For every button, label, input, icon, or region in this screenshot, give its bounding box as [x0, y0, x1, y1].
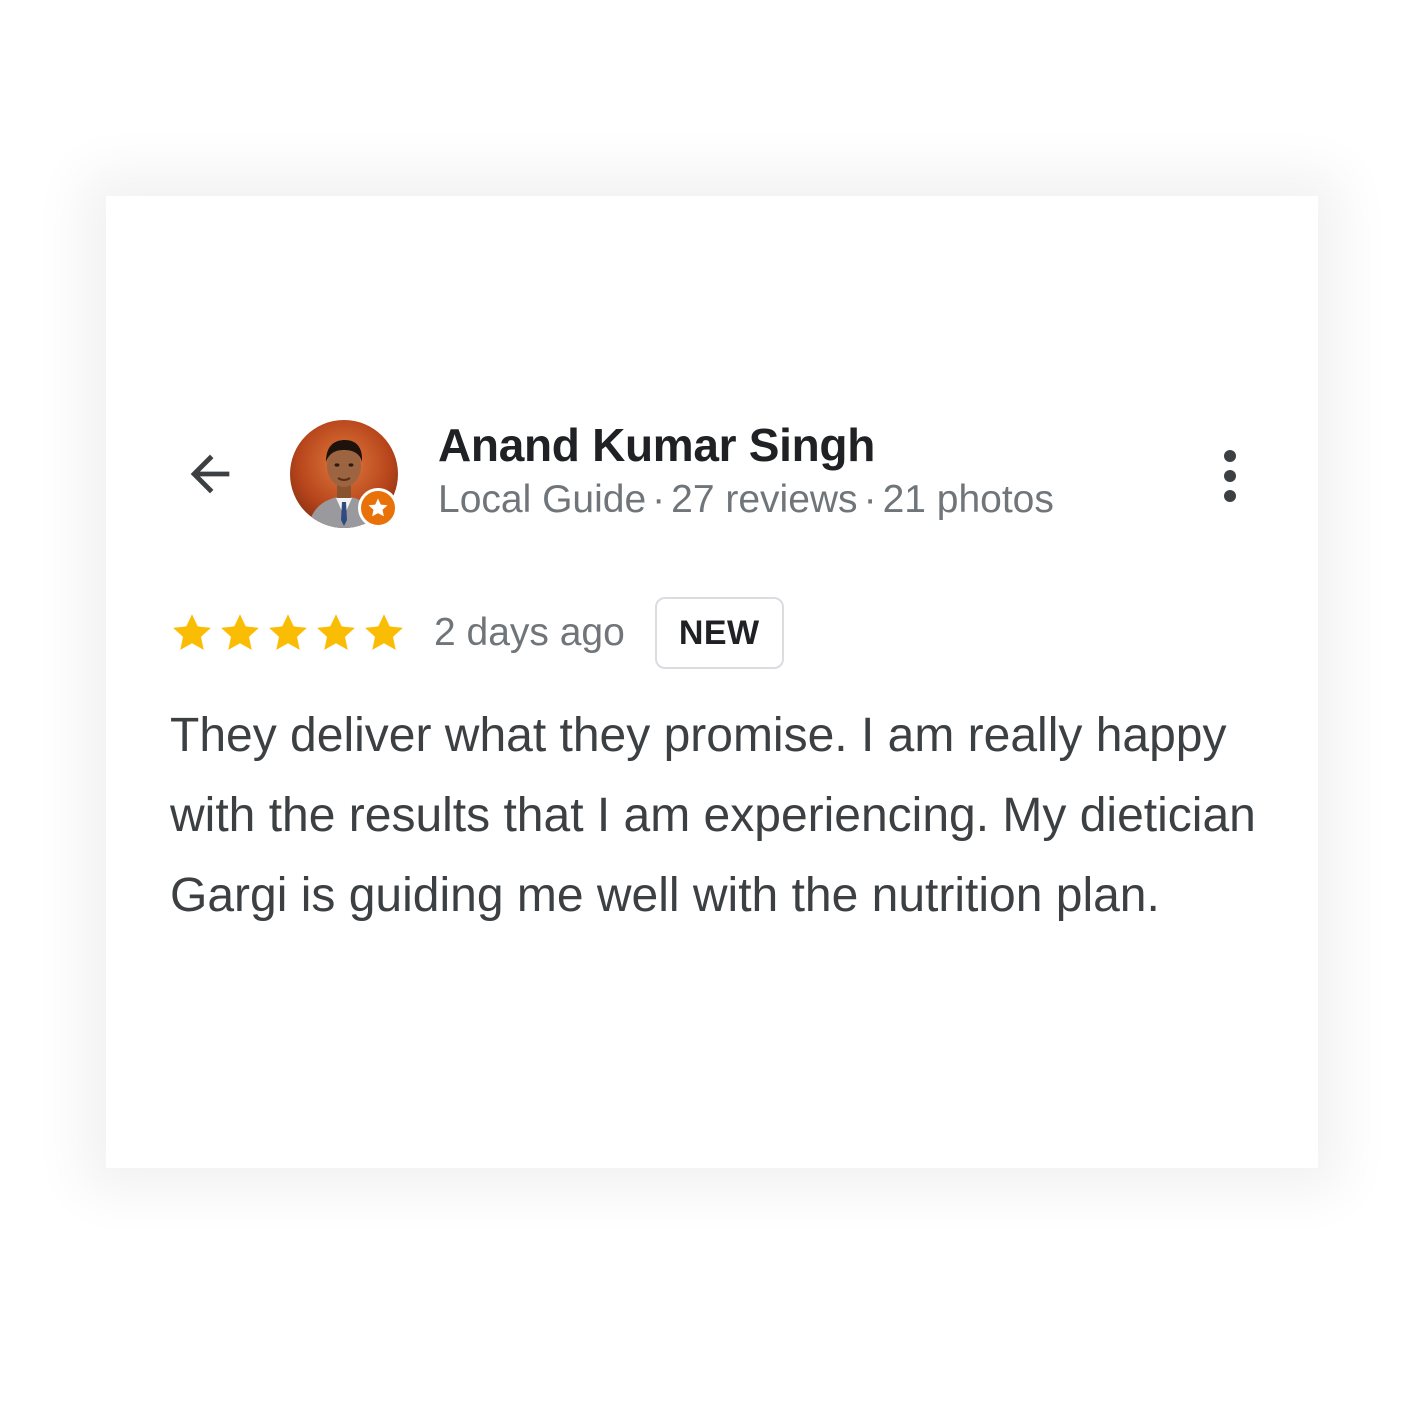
arrow-back-icon — [190, 454, 230, 494]
guide-level: Local Guide — [438, 478, 647, 521]
meta-separator: · — [863, 478, 877, 521]
star-icon — [173, 614, 211, 650]
review-count: 27 reviews — [671, 478, 858, 521]
rating-row: 2 days ago NEW — [170, 596, 784, 670]
more-vert-icon — [1224, 450, 1236, 502]
star-icon — [365, 614, 403, 650]
review-card: Anand Kumar Singh Local Guide · 27 reviews… — [106, 196, 1318, 1168]
reviewer-name[interactable]: Anand Kumar Singh — [438, 418, 875, 472]
review-text: They deliver what they promise. I am rea… — [170, 709, 1256, 922]
more-options-button[interactable] — [1202, 440, 1258, 512]
page: Anand Kumar Singh Local Guide · 27 reviews… — [0, 0, 1420, 1420]
photo-count: 21 photos — [882, 478, 1054, 521]
reviewer-meta: Local Guide · 27 reviews · 21 photos — [438, 478, 1054, 522]
star-icon — [221, 614, 259, 650]
local-guide-badge — [358, 488, 398, 528]
star-icon — [269, 614, 307, 650]
star-badge-icon — [368, 498, 388, 517]
reviewer-avatar[interactable] — [290, 420, 398, 528]
star-rating — [170, 611, 406, 655]
star-icon — [317, 614, 355, 650]
new-badge: NEW — [654, 597, 784, 669]
meta-separator: · — [652, 478, 666, 521]
review-time: 2 days ago — [434, 611, 625, 654]
back-button[interactable] — [178, 442, 242, 506]
